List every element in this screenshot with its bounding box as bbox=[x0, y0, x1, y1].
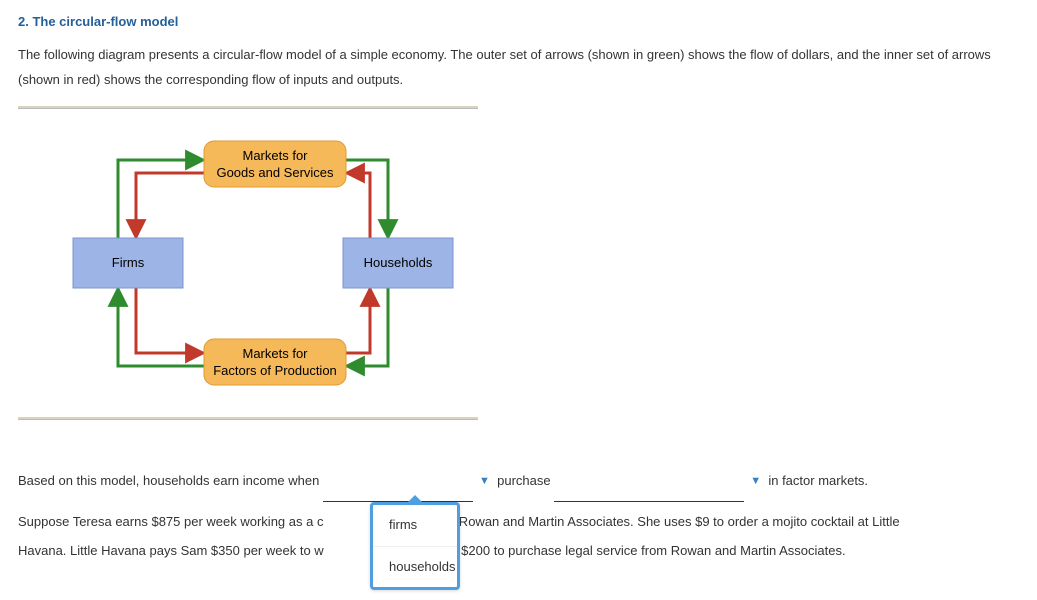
top-market-label-1: Markets for bbox=[242, 148, 308, 163]
q1-lead: Based on this model, households earn inc… bbox=[18, 473, 319, 488]
firms-label: Firms bbox=[112, 255, 145, 270]
intro-text: The following diagram presents a circula… bbox=[18, 43, 1019, 92]
dropdown-option-firms[interactable]: firms bbox=[373, 505, 457, 546]
diagram-container: Markets for Goods and Services Markets f… bbox=[18, 106, 478, 420]
q1-tail: in factor markets. bbox=[768, 473, 868, 488]
dropdown-menu[interactable]: firms households bbox=[370, 502, 460, 590]
diagram-top-rule bbox=[18, 106, 478, 109]
bottom-market-label-1: Markets for bbox=[242, 346, 308, 361]
q2-part-c: Havana. Little Havana pays Sam $350 per … bbox=[18, 543, 324, 558]
diagram-bottom-rule bbox=[18, 417, 478, 420]
q2-part-d: m uses $200 to purchase legal service fr… bbox=[416, 543, 846, 558]
q2-part-a: Suppose Teresa earns $875 per week worki… bbox=[18, 514, 323, 529]
households-label: Households bbox=[364, 255, 433, 270]
circular-flow-diagram: Markets for Goods and Services Markets f… bbox=[18, 113, 478, 413]
q1-mid: purchase bbox=[497, 473, 550, 488]
q2-part-b: ney for Rowan and Martin Associates. She… bbox=[415, 514, 899, 529]
section-heading: 2. The circular-flow model bbox=[18, 14, 1019, 29]
dropdown-option-households[interactable]: households bbox=[373, 546, 457, 588]
question-2: Suppose Teresa earns $875 per week worki… bbox=[18, 508, 1019, 565]
dropdown-pointer-icon bbox=[407, 495, 423, 503]
q1-blank-2[interactable] bbox=[554, 484, 744, 502]
dropdown-arrow-icon[interactable]: ▼ bbox=[479, 464, 490, 499]
q1-blank-1[interactable] bbox=[323, 484, 473, 502]
top-market-label-2: Goods and Services bbox=[216, 165, 334, 180]
dropdown-arrow-icon[interactable]: ▼ bbox=[750, 464, 761, 499]
question-1: Based on this model, households earn inc… bbox=[18, 460, 1019, 502]
bottom-market-label-2: Factors of Production bbox=[213, 363, 337, 378]
